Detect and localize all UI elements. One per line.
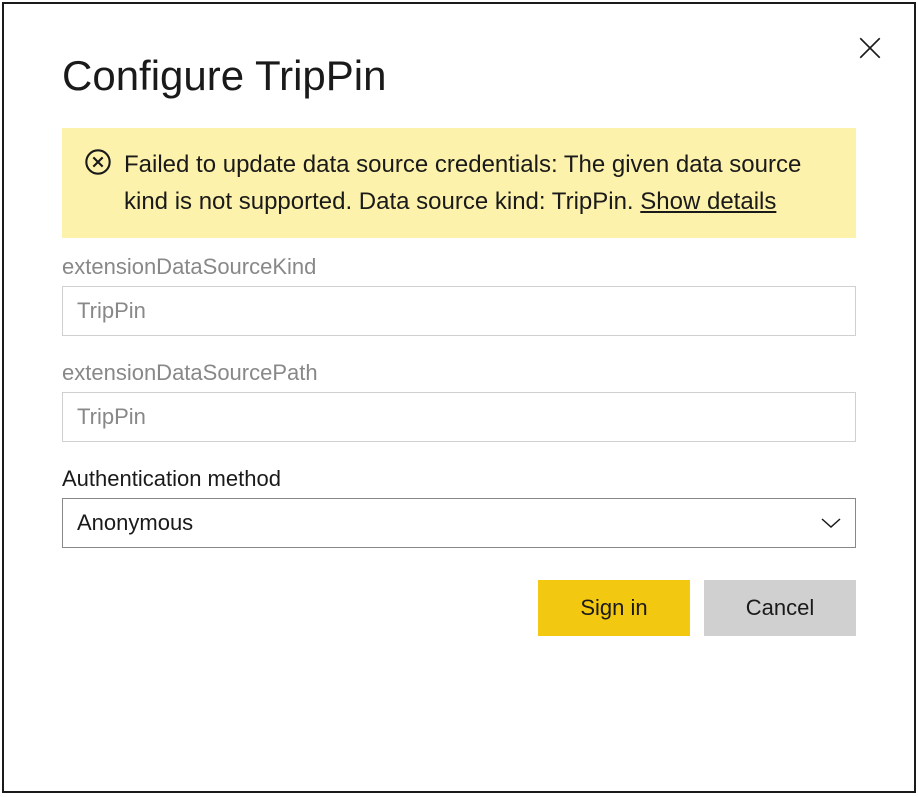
signin-button[interactable]: Sign in [538,580,690,636]
input-extension-data-source-kind[interactable] [62,286,856,336]
error-message: Failed to update data source credentials… [124,146,834,220]
field-label-path: extensionDataSourcePath [62,360,856,386]
field-label-kind: extensionDataSourceKind [62,254,856,280]
error-icon [84,148,112,176]
dialog-title: Configure TripPin [62,52,856,100]
error-banner: Failed to update data source credentials… [62,128,856,238]
cancel-button[interactable]: Cancel [704,580,856,636]
show-details-link[interactable]: Show details [640,188,776,215]
field-extension-data-source-path: extensionDataSourcePath [62,360,856,442]
configure-dialog: Configure TripPin Failed to update data … [2,2,916,793]
close-button[interactable] [854,32,886,64]
button-row: Sign in Cancel [62,580,856,636]
field-extension-data-source-kind: extensionDataSourceKind [62,254,856,336]
select-authentication-method[interactable] [62,498,856,548]
close-icon [857,35,883,61]
input-extension-data-source-path[interactable] [62,392,856,442]
select-wrapper-auth [62,498,856,548]
field-authentication-method: Authentication method [62,466,856,548]
field-label-auth: Authentication method [62,466,856,492]
